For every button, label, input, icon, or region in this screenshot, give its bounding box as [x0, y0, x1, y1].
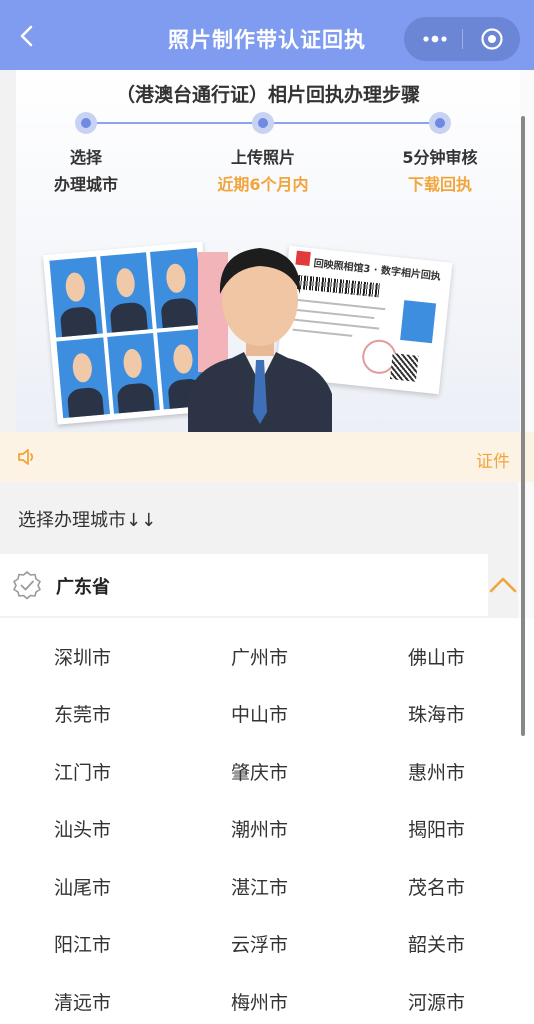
- city-item[interactable]: 云浮市: [231, 930, 361, 957]
- step-node-2: [252, 112, 274, 134]
- speaker-icon: [18, 449, 34, 465]
- city-item[interactable]: 韶关市: [408, 930, 534, 957]
- city-item[interactable]: 梅州市: [231, 988, 361, 1015]
- step-3-line1: 5分钟审核: [402, 148, 478, 167]
- id-photo: [56, 337, 110, 419]
- menu-capsule: [404, 17, 520, 61]
- city-item[interactable]: 肇庆市: [231, 758, 361, 785]
- scrollbar-thumb[interactable]: [521, 116, 525, 736]
- city-item[interactable]: 江门市: [54, 758, 184, 785]
- step-1-label: 选择 办理城市: [16, 144, 156, 198]
- id-photo: [106, 332, 161, 414]
- step-3-line2: 下载回执: [407, 175, 472, 194]
- city-item[interactable]: 深圳市: [54, 643, 184, 670]
- select-city-heading: 选择办理城市↓↓: [18, 510, 157, 531]
- city-item[interactable]: 阳江市: [54, 930, 184, 957]
- city-item[interactable]: 河源市: [408, 988, 534, 1015]
- banner-title: （港澳台通行证）相片回执办理步骤: [115, 84, 420, 106]
- notice-bar[interactable]: 证件: [0, 432, 534, 482]
- portrait-photo: [188, 248, 332, 432]
- step-node-3: [429, 112, 451, 134]
- step-node-1: [75, 112, 97, 134]
- qr-code: [389, 353, 419, 382]
- city-item[interactable]: 茂名市: [408, 873, 534, 900]
- steps-banner[interactable]: （港澳台通行证）相片回执办理步骤 选择 办理城市 上传照片 近期6个月内 5分钟…: [16, 70, 520, 432]
- province-row[interactable]: 广东省: [0, 554, 488, 616]
- step-3-label: 5分钟审核 下载回执: [370, 144, 510, 198]
- more-dots-icon[interactable]: [420, 27, 450, 51]
- step-2-label: 上传照片 近期6个月内: [193, 144, 333, 198]
- province-name: 广东省: [56, 577, 110, 598]
- step-2-line1: 上传照片: [230, 148, 295, 167]
- city-item[interactable]: 清远市: [54, 988, 184, 1015]
- capsule-divider: [462, 29, 463, 49]
- city-item[interactable]: 珠海市: [408, 700, 534, 727]
- chevron-up-icon[interactable]: [486, 568, 520, 602]
- id-photo: [49, 256, 103, 338]
- city-item[interactable]: 佛山市: [408, 643, 534, 670]
- city-item[interactable]: 汕尾市: [54, 873, 184, 900]
- city-item[interactable]: 广州市: [231, 643, 361, 670]
- city-item[interactable]: 湛江市: [231, 873, 361, 900]
- step-1-line1: 选择: [69, 148, 102, 167]
- city-item[interactable]: 惠州市: [408, 758, 534, 785]
- id-photo: [99, 252, 154, 334]
- city-item[interactable]: 汕头市: [54, 815, 184, 842]
- step-2-line2: 近期6个月内: [217, 175, 309, 194]
- notice-text: 证件: [476, 452, 510, 472]
- receipt-photo: [400, 300, 437, 344]
- city-item[interactable]: 潮州市: [231, 815, 361, 842]
- nav-bar: 照片制作带认证回执: [0, 0, 534, 70]
- step-1-line2: 办理城市: [53, 175, 118, 194]
- badge-check-icon: [13, 571, 41, 600]
- city-item[interactable]: 中山市: [231, 700, 361, 727]
- city-item[interactable]: 东莞市: [54, 700, 184, 727]
- target-icon[interactable]: [480, 27, 504, 51]
- city-item[interactable]: 揭阳市: [408, 815, 534, 842]
